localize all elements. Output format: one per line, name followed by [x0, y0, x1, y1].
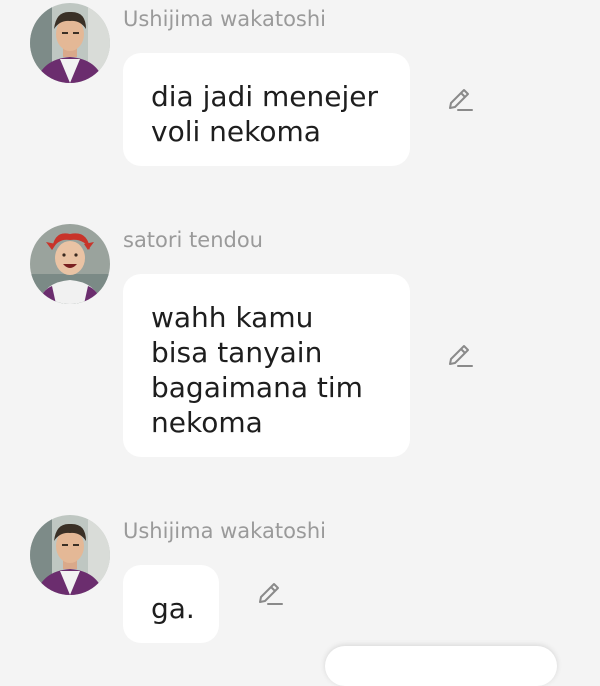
tendou-avatar[interactable] [30, 224, 110, 304]
pencil-edit-icon[interactable] [446, 342, 474, 370]
message-line: voli nekoma [151, 115, 321, 148]
message-bubble[interactable]: wahh kamu bisa tanyain bagaimana tim nek… [123, 274, 410, 457]
ushijima-avatar[interactable] [30, 515, 110, 595]
message-line: dia jadi menejer [151, 80, 378, 113]
ushijima-avatar[interactable] [30, 3, 110, 83]
sender-name: satori tendou [123, 228, 263, 252]
message-bubble[interactable]: ga. [123, 565, 219, 643]
message-line: ga. [151, 592, 195, 625]
message-line: nekoma [151, 406, 263, 439]
pencil-edit-icon[interactable] [446, 86, 474, 114]
pencil-edit-icon[interactable] [256, 580, 284, 608]
bottom-popup-card[interactable] [325, 646, 557, 686]
sender-name: Ushijima wakatoshi [123, 7, 326, 31]
sender-name: Ushijima wakatoshi [123, 519, 326, 543]
message-line: wahh kamu [151, 301, 314, 334]
message-line: bagaimana tim [151, 371, 363, 404]
message-line: bisa tanyain [151, 336, 323, 369]
message-bubble[interactable]: dia jadi menejer voli nekoma [123, 53, 410, 166]
